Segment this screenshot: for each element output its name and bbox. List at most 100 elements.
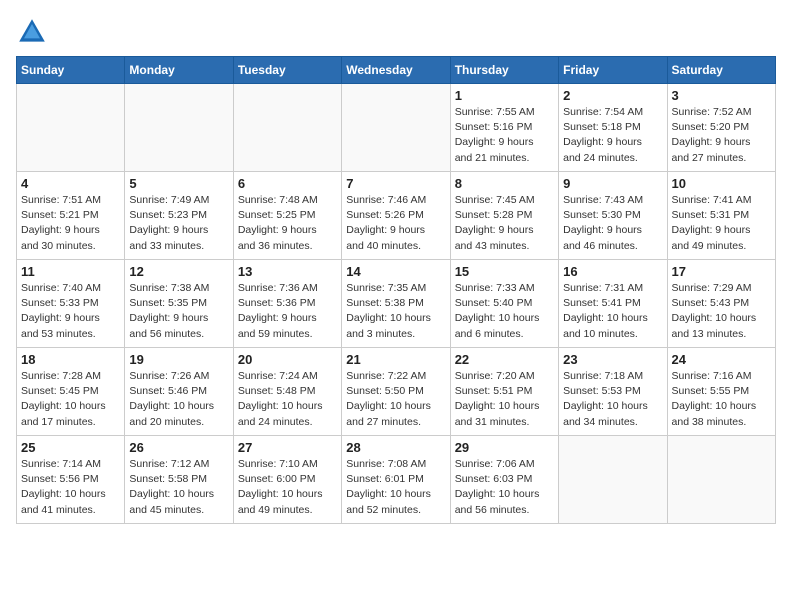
day-cell: 23 Sunrise: 7:18 AM Sunset: 5:53 PM Dayli… <box>559 348 667 436</box>
day-info: Sunrise: 7:18 AM Sunset: 5:53 PM Dayligh… <box>563 369 662 430</box>
day-cell <box>342 84 450 172</box>
day-cell: 28 Sunrise: 7:08 AM Sunset: 6:01 PM Dayli… <box>342 436 450 524</box>
day-info: Sunrise: 7:28 AM Sunset: 5:45 PM Dayligh… <box>21 369 120 430</box>
day-number: 25 <box>21 440 120 455</box>
day-cell: 18 Sunrise: 7:28 AM Sunset: 5:45 PM Dayli… <box>17 348 125 436</box>
week-row-4: 18 Sunrise: 7:28 AM Sunset: 5:45 PM Dayli… <box>17 348 776 436</box>
day-cell: 5 Sunrise: 7:49 AM Sunset: 5:23 PM Daylig… <box>125 172 233 260</box>
day-info: Sunrise: 7:41 AM Sunset: 5:31 PM Dayligh… <box>672 193 771 254</box>
day-info: Sunrise: 7:43 AM Sunset: 5:30 PM Dayligh… <box>563 193 662 254</box>
day-cell: 21 Sunrise: 7:22 AM Sunset: 5:50 PM Dayli… <box>342 348 450 436</box>
day-info: Sunrise: 7:36 AM Sunset: 5:36 PM Dayligh… <box>238 281 337 342</box>
day-number: 8 <box>455 176 554 191</box>
day-cell: 7 Sunrise: 7:46 AM Sunset: 5:26 PM Daylig… <box>342 172 450 260</box>
day-cell: 2 Sunrise: 7:54 AM Sunset: 5:18 PM Daylig… <box>559 84 667 172</box>
day-number: 6 <box>238 176 337 191</box>
day-info: Sunrise: 7:12 AM Sunset: 5:58 PM Dayligh… <box>129 457 228 518</box>
day-cell: 15 Sunrise: 7:33 AM Sunset: 5:40 PM Dayli… <box>450 260 558 348</box>
day-cell: 22Sunrise: 7:20 AM Sunset: 5:51 PM Dayli… <box>450 348 558 436</box>
day-info: Sunrise: 7:54 AM Sunset: 5:18 PM Dayligh… <box>563 105 662 166</box>
day-cell: 25 Sunrise: 7:14 AM Sunset: 5:56 PM Dayli… <box>17 436 125 524</box>
day-number: 9 <box>563 176 662 191</box>
day-cell <box>667 436 775 524</box>
day-info: Sunrise: 7:51 AM Sunset: 5:21 PM Dayligh… <box>21 193 120 254</box>
day-number: 24 <box>672 352 771 367</box>
day-info: Sunrise: 7:08 AM Sunset: 6:01 PM Dayligh… <box>346 457 445 518</box>
day-info: Sunrise: 7:14 AM Sunset: 5:56 PM Dayligh… <box>21 457 120 518</box>
day-cell: 20 Sunrise: 7:24 AM Sunset: 5:48 PM Dayli… <box>233 348 341 436</box>
day-number: 4 <box>21 176 120 191</box>
day-cell <box>233 84 341 172</box>
day-number: 15 <box>455 264 554 279</box>
page-header <box>16 16 776 48</box>
day-number: 29 <box>455 440 554 455</box>
header-cell-friday: Friday <box>559 57 667 84</box>
header-cell-wednesday: Wednesday <box>342 57 450 84</box>
header-cell-tuesday: Tuesday <box>233 57 341 84</box>
day-cell: 27 Sunrise: 7:10 AM Sunset: 6:00 PM Dayli… <box>233 436 341 524</box>
day-info: Sunrise: 7:29 AM Sunset: 5:43 PM Dayligh… <box>672 281 771 342</box>
day-info: Sunrise: 7:46 AM Sunset: 5:26 PM Dayligh… <box>346 193 445 254</box>
week-row-3: 11 Sunrise: 7:40 AM Sunset: 5:33 PM Dayli… <box>17 260 776 348</box>
day-number: 5 <box>129 176 228 191</box>
day-number: 18 <box>21 352 120 367</box>
week-row-5: 25 Sunrise: 7:14 AM Sunset: 5:56 PM Dayli… <box>17 436 776 524</box>
day-number: 19 <box>129 352 228 367</box>
day-info: Sunrise: 7:55 AM Sunset: 5:16 PM Dayligh… <box>455 105 554 166</box>
week-row-1: 1 Sunrise: 7:55 AM Sunset: 5:16 PM Daylig… <box>17 84 776 172</box>
header-cell-thursday: Thursday <box>450 57 558 84</box>
day-cell: 8 Sunrise: 7:45 AM Sunset: 5:28 PM Daylig… <box>450 172 558 260</box>
day-info: Sunrise: 7:26 AM Sunset: 5:46 PM Dayligh… <box>129 369 228 430</box>
day-cell: 4 Sunrise: 7:51 AM Sunset: 5:21 PM Daylig… <box>17 172 125 260</box>
logo <box>16 16 52 48</box>
header-cell-monday: Monday <box>125 57 233 84</box>
day-info: Sunrise: 7:20 AM Sunset: 5:51 PM Dayligh… <box>455 369 554 430</box>
day-number: 23 <box>563 352 662 367</box>
day-info: Sunrise: 7:31 AM Sunset: 5:41 PM Dayligh… <box>563 281 662 342</box>
day-info: Sunrise: 7:06 AM Sunset: 6:03 PM Dayligh… <box>455 457 554 518</box>
day-number: 1 <box>455 88 554 103</box>
day-number: 3 <box>672 88 771 103</box>
calendar-body: 1 Sunrise: 7:55 AM Sunset: 5:16 PM Daylig… <box>17 84 776 524</box>
day-info: Sunrise: 7:45 AM Sunset: 5:28 PM Dayligh… <box>455 193 554 254</box>
day-cell: 9 Sunrise: 7:43 AM Sunset: 5:30 PM Daylig… <box>559 172 667 260</box>
day-number: 21 <box>346 352 445 367</box>
logo-icon <box>16 16 48 48</box>
calendar-header: SundayMondayTuesdayWednesdayThursdayFrid… <box>17 57 776 84</box>
day-info: Sunrise: 7:48 AM Sunset: 5:25 PM Dayligh… <box>238 193 337 254</box>
day-number: 13 <box>238 264 337 279</box>
day-info: Sunrise: 7:16 AM Sunset: 5:55 PM Dayligh… <box>672 369 771 430</box>
day-cell: 6 Sunrise: 7:48 AM Sunset: 5:25 PM Daylig… <box>233 172 341 260</box>
day-cell: 12Sunrise: 7:38 AM Sunset: 5:35 PM Dayli… <box>125 260 233 348</box>
day-info: Sunrise: 7:10 AM Sunset: 6:00 PM Dayligh… <box>238 457 337 518</box>
week-row-2: 4 Sunrise: 7:51 AM Sunset: 5:21 PM Daylig… <box>17 172 776 260</box>
day-cell: 16 Sunrise: 7:31 AM Sunset: 5:41 PM Dayli… <box>559 260 667 348</box>
day-number: 14 <box>346 264 445 279</box>
day-number: 2 <box>563 88 662 103</box>
day-info: Sunrise: 7:24 AM Sunset: 5:48 PM Dayligh… <box>238 369 337 430</box>
day-info: Sunrise: 7:22 AM Sunset: 5:50 PM Dayligh… <box>346 369 445 430</box>
day-cell: 17Sunrise: 7:29 AM Sunset: 5:43 PM Dayli… <box>667 260 775 348</box>
day-number: 27 <box>238 440 337 455</box>
day-cell: 3Sunrise: 7:52 AM Sunset: 5:20 PM Daylig… <box>667 84 775 172</box>
day-number: 16 <box>563 264 662 279</box>
day-cell: 14 Sunrise: 7:35 AM Sunset: 5:38 PM Dayli… <box>342 260 450 348</box>
calendar-table: SundayMondayTuesdayWednesdayThursdayFrid… <box>16 56 776 524</box>
day-cell: 1 Sunrise: 7:55 AM Sunset: 5:16 PM Daylig… <box>450 84 558 172</box>
day-cell <box>559 436 667 524</box>
day-info: Sunrise: 7:49 AM Sunset: 5:23 PM Dayligh… <box>129 193 228 254</box>
header-cell-sunday: Sunday <box>17 57 125 84</box>
day-number: 7 <box>346 176 445 191</box>
day-cell: 11 Sunrise: 7:40 AM Sunset: 5:33 PM Dayli… <box>17 260 125 348</box>
day-info: Sunrise: 7:40 AM Sunset: 5:33 PM Dayligh… <box>21 281 120 342</box>
day-number: 12 <box>129 264 228 279</box>
header-row: SundayMondayTuesdayWednesdayThursdayFrid… <box>17 57 776 84</box>
day-number: 11 <box>21 264 120 279</box>
day-info: Sunrise: 7:35 AM Sunset: 5:38 PM Dayligh… <box>346 281 445 342</box>
day-info: Sunrise: 7:33 AM Sunset: 5:40 PM Dayligh… <box>455 281 554 342</box>
day-cell <box>125 84 233 172</box>
day-cell: 26Sunrise: 7:12 AM Sunset: 5:58 PM Dayli… <box>125 436 233 524</box>
day-cell: 29 Sunrise: 7:06 AM Sunset: 6:03 PM Dayli… <box>450 436 558 524</box>
day-number: 28 <box>346 440 445 455</box>
day-number: 20 <box>238 352 337 367</box>
